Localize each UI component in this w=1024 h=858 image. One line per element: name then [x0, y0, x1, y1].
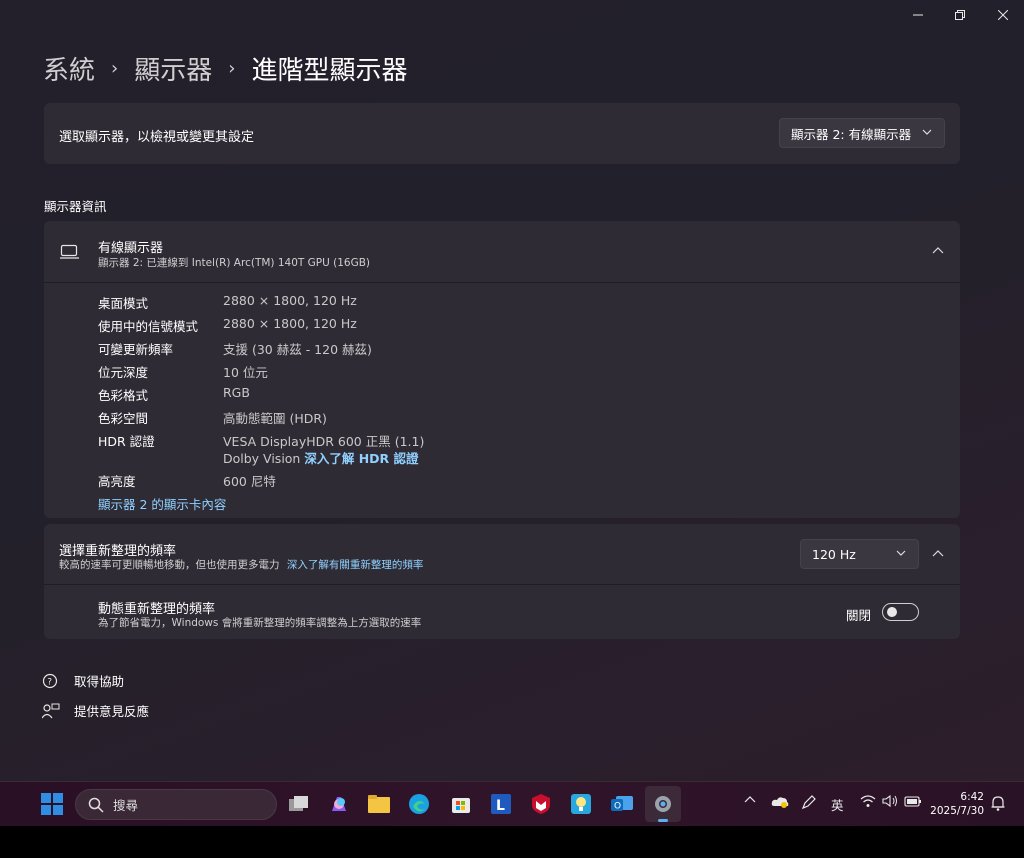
refresh-rate-dropdown[interactable]: 120 Hz: [800, 539, 919, 569]
info-value: 2880 × 1800, 120 Hz: [223, 316, 357, 331]
display-info-header[interactable]: 有線顯示器 顯示器 2: 已連線到 Intel(R) Arc(TM) 140T …: [44, 221, 960, 283]
page-title: 進階型顯示器: [251, 55, 408, 86]
feedback-icon: [42, 703, 60, 718]
info-key: 色彩空間: [98, 411, 149, 426]
hdr-cert-link[interactable]: 深入了解 HDR 認證: [304, 451, 418, 466]
active-indicator: [658, 819, 668, 822]
taskbar: 搜尋 L O 英 6:42 2025/7/30: [0, 781, 1024, 826]
lenovo-app-icon[interactable]: L: [487, 790, 515, 818]
restore-icon: [955, 10, 965, 20]
display-info-section-title: 顯示器資訊: [44, 199, 107, 214]
onedrive-icon[interactable]: [771, 794, 789, 811]
refresh-rate-subtitle: 較高的速率可更順暢地移動，但也使用更多電力: [59, 559, 280, 571]
copilot-icon[interactable]: [325, 790, 353, 818]
adapter-properties-link[interactable]: 顯示器 2 的顯示卡內容: [98, 494, 226, 513]
chevron-up-icon[interactable]: [932, 548, 944, 562]
display-info-card: 有線顯示器 顯示器 2: 已連線到 Intel(R) Arc(TM) 140T …: [44, 221, 960, 518]
breadcrumb-system[interactable]: 系統: [43, 50, 95, 87]
start-button[interactable]: [38, 790, 66, 818]
dynamic-refresh-subtitle: 為了節省電力，Windows 會將重新整理的頻率調整為上方選取的速率: [98, 617, 422, 629]
dolby-vision-text: Dolby Vision: [223, 451, 301, 466]
restore-button[interactable]: [937, 0, 983, 30]
ime-indicator[interactable]: 英: [831, 795, 844, 814]
dynamic-refresh-state: 關閉: [846, 608, 872, 623]
refresh-rate-value: 120 Hz: [812, 546, 856, 562]
minimize-icon: [913, 14, 923, 16]
notification-bell-icon[interactable]: [990, 795, 1006, 814]
search-placeholder: 搜尋: [113, 798, 139, 813]
file-explorer-icon[interactable]: [365, 790, 393, 818]
close-icon: [998, 10, 1008, 20]
monitor-icon: [60, 244, 80, 264]
info-key: 色彩格式: [98, 388, 149, 403]
info-value: 10 位元: [223, 365, 268, 380]
refresh-rate-header: 選擇重新整理的頻率 較高的速率可更順暢地移動，但也使用更多電力 深入了解有關重新…: [44, 524, 960, 585]
select-display-label: 選取顯示器，以檢視或變更其設定: [59, 130, 255, 145]
breadcrumb-display[interactable]: 顯示器: [134, 50, 212, 87]
svg-text:?: ?: [47, 677, 52, 687]
chevron-down-icon: [922, 127, 932, 140]
refresh-rate-learn-link[interactable]: 深入了解有關重新整理的頻率: [287, 559, 424, 571]
info-key: 位元深度: [98, 365, 149, 380]
info-key: 使用中的信號模式: [98, 319, 199, 334]
task-view-icon[interactable]: [285, 790, 313, 818]
info-key: 可變更新頻率: [98, 342, 174, 357]
volume-icon[interactable]: [882, 794, 900, 811]
info-key: 桌面模式: [98, 296, 149, 311]
display-dropdown-value: 顯示器 2: 有線顯示器: [791, 126, 912, 142]
battery-icon[interactable]: [904, 794, 922, 811]
close-button[interactable]: [980, 0, 1024, 30]
windows-logo-icon: [41, 793, 63, 815]
select-display-card: 選取顯示器，以檢視或變更其設定 顯示器 2: 有線顯示器: [44, 103, 960, 164]
clock-date: 2025/7/30: [930, 805, 984, 817]
help-chat-icon: ?: [42, 673, 58, 688]
display-dropdown[interactable]: 顯示器 2: 有線顯示器: [779, 118, 945, 148]
screen-bottom-area: [0, 826, 1024, 858]
wifi-icon[interactable]: [860, 794, 876, 811]
chevron-up-icon[interactable]: [932, 245, 944, 259]
info-value: 2880 × 1800, 120 Hz: [223, 293, 357, 308]
feedback-link[interactable]: 提供意見反應: [42, 701, 149, 720]
clock[interactable]: 6:42 2025/7/30: [930, 790, 984, 818]
gear-icon: [655, 796, 671, 812]
mcafee-icon[interactable]: [527, 790, 555, 818]
info-key: HDR 認證: [98, 434, 155, 449]
outlook-new-icon[interactable]: O: [608, 790, 636, 818]
refresh-rate-card: 選擇重新整理的頻率 較高的速率可更順暢地移動，但也使用更多電力 深入了解有關重新…: [44, 524, 960, 639]
info-value: RGB: [223, 385, 250, 400]
clock-time: 6:42: [960, 791, 984, 803]
tips-icon[interactable]: [567, 790, 595, 818]
display-info-title: 有線顯示器: [98, 241, 164, 256]
breadcrumb-separator: ›: [111, 57, 119, 79]
get-help-link[interactable]: ? 取得協助: [42, 671, 124, 690]
settings-window: 系統 › 顯示器 › 進階型顯示器 選取顯示器，以檢視或變更其設定 顯示器 2:…: [0, 0, 1024, 781]
dynamic-refresh-toggle[interactable]: [882, 603, 919, 621]
get-help-label: 取得協助: [74, 674, 125, 689]
info-value-dolby: Dolby Vision 深入了解 HDR 認證: [223, 448, 419, 467]
refresh-rate-subtitle-wrap: 較高的速率可更順暢地移動，但也使用更多電力 深入了解有關重新整理的頻率: [59, 557, 423, 572]
minimize-button[interactable]: [895, 0, 941, 30]
display-info-subtitle: 顯示器 2: 已連線到 Intel(R) Arc(TM) 140T GPU (1…: [98, 257, 371, 269]
breadcrumb-separator: ›: [228, 57, 236, 79]
chevron-down-icon: [896, 548, 906, 561]
pen-icon[interactable]: [801, 794, 817, 813]
tray-overflow-chevron-icon[interactable]: [744, 794, 756, 808]
feedback-label: 提供意見反應: [74, 704, 150, 719]
taskbar-search[interactable]: 搜尋: [75, 789, 277, 820]
edge-icon[interactable]: [405, 790, 433, 818]
toggle-knob: [887, 607, 897, 617]
settings-app-icon[interactable]: [645, 786, 681, 822]
search-icon: [88, 797, 104, 813]
breadcrumb: 系統 › 顯示器 › 進階型顯示器: [43, 50, 407, 86]
svg-text:O: O: [614, 802, 621, 812]
svg-text:L: L: [496, 798, 505, 814]
info-key: 高亮度: [98, 474, 136, 489]
info-value: 高動態範圍 (HDR): [223, 411, 327, 426]
store-icon[interactable]: [447, 790, 475, 818]
info-value: 600 尼特: [223, 474, 276, 489]
info-value: 支援 (30 赫茲 - 120 赫茲): [223, 342, 372, 357]
